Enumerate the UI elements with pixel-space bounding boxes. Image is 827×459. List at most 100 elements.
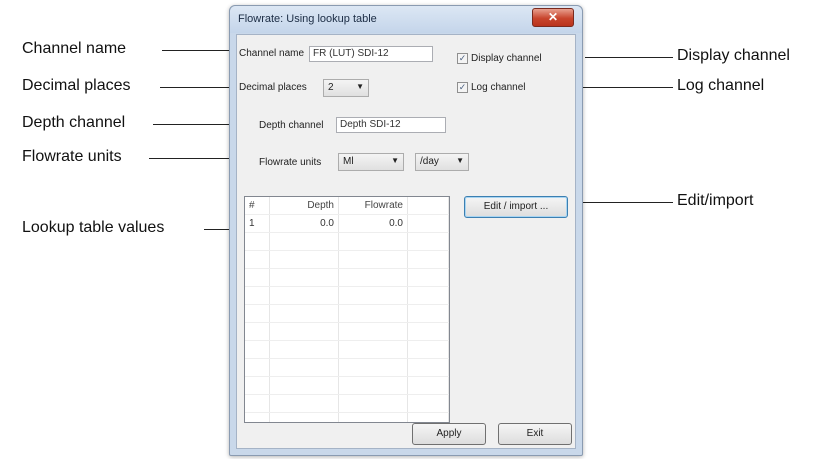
decimal-places-select[interactable]: 2 ▼ xyxy=(323,79,369,97)
callout-line-decimal-places xyxy=(160,87,232,88)
callout-line-channel-name xyxy=(162,50,232,51)
table-cell-number[interactable]: 1 xyxy=(245,214,270,233)
table-cell-empty xyxy=(269,286,339,305)
table-cell-empty xyxy=(407,268,449,287)
table-cell-empty xyxy=(407,340,449,359)
checkmark-icon: ✓ xyxy=(458,82,467,92)
table-cell-empty xyxy=(269,304,339,323)
table-cell-empty xyxy=(245,376,270,395)
table-cell-empty xyxy=(269,412,339,422)
table-row-empty[interactable] xyxy=(245,394,449,413)
table-cell-empty xyxy=(245,304,270,323)
callout-display-channel: Display channel xyxy=(677,47,790,64)
table-cell-empty xyxy=(407,322,449,341)
chevron-down-icon: ▼ xyxy=(456,156,464,165)
display-channel-label: Display channel xyxy=(471,53,542,64)
table-cell-empty xyxy=(245,358,270,377)
table-row-empty[interactable] xyxy=(245,322,449,341)
title-bar[interactable]: Flowrate: Using lookup table ✕ xyxy=(230,6,582,33)
table-cell-empty xyxy=(245,250,270,269)
table-row-empty[interactable] xyxy=(245,376,449,395)
table-cell-empty xyxy=(407,358,449,377)
table-cell-depth[interactable]: 0.0 xyxy=(269,214,339,233)
callout-line-display-channel xyxy=(585,57,673,58)
apply-button[interactable]: Apply xyxy=(412,423,486,445)
table-cell-empty xyxy=(338,358,408,377)
table-cell-empty xyxy=(269,232,339,251)
checkmark-icon: ✓ xyxy=(458,53,467,63)
table-cell-flowrate[interactable]: 0.0 xyxy=(338,214,408,233)
callout-line-edit-import xyxy=(573,202,673,203)
flowrate-units-label: Flowrate units xyxy=(259,157,322,168)
decimal-places-value: 2 xyxy=(328,82,334,93)
table-cell-empty xyxy=(407,304,449,323)
table-cell-empty xyxy=(338,412,408,422)
lookup-table[interactable]: # Depth Flowrate 1 0.0 0.0 xyxy=(244,196,450,423)
table-cell-empty xyxy=(338,340,408,359)
log-channel-checkbox[interactable]: ✓ xyxy=(457,82,468,93)
table-row-empty[interactable] xyxy=(245,250,449,269)
table-header-row: # Depth Flowrate xyxy=(245,197,449,215)
callout-log-channel: Log channel xyxy=(677,77,765,94)
table-cell-empty xyxy=(245,232,270,251)
table-cell-empty xyxy=(269,376,339,395)
table-row-empty[interactable] xyxy=(245,268,449,287)
table-row-empty[interactable] xyxy=(245,232,449,251)
flowrate-volume-unit-value: Ml xyxy=(343,156,354,167)
table-cell-empty xyxy=(338,232,408,251)
table-cell-empty xyxy=(269,250,339,269)
callout-depth-channel: Depth channel xyxy=(22,114,126,131)
table-cell-empty xyxy=(269,358,339,377)
table-cell-empty xyxy=(269,322,339,341)
table-cell-empty xyxy=(245,268,270,287)
log-channel-label: Log channel xyxy=(471,82,526,93)
table-row[interactable]: 1 0.0 0.0 xyxy=(245,214,449,233)
lookup-table-grid: # Depth Flowrate 1 0.0 0.0 xyxy=(245,197,449,422)
table-cell-empty xyxy=(407,250,449,269)
channel-name-label: Channel name xyxy=(239,48,305,59)
table-cell-empty xyxy=(269,268,339,287)
table-cell-empty xyxy=(338,304,408,323)
channel-name-field[interactable]: FR (LUT) SDI-12 xyxy=(309,46,433,62)
flowrate-time-unit-select[interactable]: /day ▼ xyxy=(415,153,469,171)
flowrate-dialog: Flowrate: Using lookup table ✕ Channel n… xyxy=(229,5,583,456)
table-cell-empty xyxy=(245,286,270,305)
table-cell-empty xyxy=(338,376,408,395)
callout-lookup-table-values: Lookup table values xyxy=(22,219,165,236)
table-cell-empty xyxy=(407,412,449,422)
exit-button[interactable]: Exit xyxy=(498,423,572,445)
table-cell-empty xyxy=(245,412,270,422)
column-header-filler xyxy=(407,197,449,215)
table-cell-filler xyxy=(407,214,449,233)
table-cell-empty xyxy=(245,340,270,359)
close-icon: ✕ xyxy=(547,10,559,24)
close-button[interactable]: ✕ xyxy=(532,8,574,27)
table-cell-empty xyxy=(407,394,449,413)
callout-channel-name: Channel name xyxy=(22,40,127,57)
depth-channel-label: Depth channel xyxy=(259,120,324,131)
table-cell-empty xyxy=(407,286,449,305)
table-row-empty[interactable] xyxy=(245,286,449,305)
column-header-depth[interactable]: Depth xyxy=(269,197,339,215)
callout-edit-import: Edit/import xyxy=(677,192,754,209)
column-header-number[interactable]: # xyxy=(245,197,270,215)
flowrate-time-unit-value: /day xyxy=(420,156,439,167)
table-cell-empty xyxy=(269,340,339,359)
table-row-empty[interactable] xyxy=(245,358,449,377)
decimal-places-label: Decimal places xyxy=(239,82,307,93)
depth-channel-field[interactable]: Depth SDI-12 xyxy=(336,117,446,133)
display-channel-checkbox[interactable]: ✓ xyxy=(457,53,468,64)
table-cell-empty xyxy=(245,394,270,413)
callout-decimal-places: Decimal places xyxy=(22,77,131,94)
table-row-empty[interactable] xyxy=(245,412,449,422)
flowrate-volume-unit-select[interactable]: Ml ▼ xyxy=(338,153,404,171)
table-cell-empty xyxy=(338,286,408,305)
table-cell-empty xyxy=(338,268,408,287)
table-row-empty[interactable] xyxy=(245,340,449,359)
table-cell-empty xyxy=(407,376,449,395)
table-cell-empty xyxy=(338,250,408,269)
edit-import-button[interactable]: Edit / import ... xyxy=(464,196,568,218)
column-header-flowrate[interactable]: Flowrate xyxy=(338,197,408,215)
table-row-empty[interactable] xyxy=(245,304,449,323)
dialog-client-area: Channel name FR (LUT) SDI-12 ✓ Display c… xyxy=(236,34,576,449)
